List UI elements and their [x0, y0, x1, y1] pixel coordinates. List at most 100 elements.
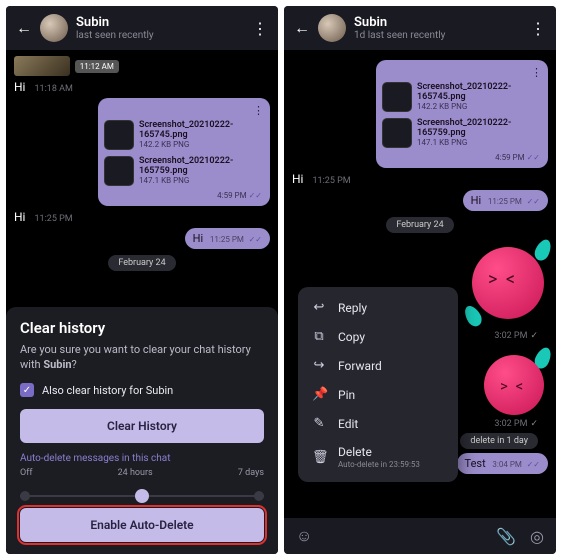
chat-area: ⋮ Screenshot_20210222-165745.png 142.2 K…: [284, 50, 556, 518]
attach-icon[interactable]: 📎: [496, 527, 516, 546]
attachment-name: Screenshot_20210222-165759.png: [417, 119, 542, 139]
sheet-message: Are you sure you want to clear your chat…: [20, 343, 264, 373]
attachment-item[interactable]: Screenshot_20210222-165759.png 147.1 KB …: [382, 115, 542, 151]
back-icon[interactable]: ←: [294, 18, 310, 38]
contact-status: 1d last seen recently: [354, 30, 522, 41]
auto-delete-label: Auto-delete messages in this chat: [20, 453, 264, 464]
message-time: 11:25 PM: [34, 214, 72, 224]
checkbox-label: Also clear history for Subin: [42, 384, 173, 397]
reply-icon: ↩: [312, 300, 326, 315]
sticker[interactable]: > <: [458, 239, 548, 329]
attachment-group[interactable]: ⋮ Screenshot_20210222-165745.png 142.2 K…: [376, 60, 548, 168]
back-icon[interactable]: ←: [16, 18, 32, 38]
attachment-more-icon[interactable]: ⋮: [104, 104, 264, 117]
forward-icon: ↪: [312, 358, 326, 373]
message-in[interactable]: Hi 11:18 AM: [14, 80, 270, 94]
header-info[interactable]: Subin 1d last seen recently: [354, 15, 522, 41]
attachment-group[interactable]: ⋮ Screenshot_20210222-165745.png 142.2 K…: [98, 98, 270, 206]
message-out[interactable]: Hi 11:25 PM: [463, 190, 548, 211]
avatar[interactable]: [318, 14, 346, 42]
auto-delete-slider[interactable]: [20, 486, 264, 506]
date-divider: February 24: [108, 255, 175, 271]
attachment-more-icon[interactable]: ⋮: [382, 66, 542, 79]
message-time: 11:25 PM: [312, 176, 350, 186]
attachment-meta: 147.1 KB PNG: [139, 176, 264, 185]
contact-name: Subin: [354, 15, 522, 30]
pin-icon: 📌: [312, 387, 326, 402]
message-in[interactable]: Hi 11:25 PM: [14, 210, 270, 224]
more-icon[interactable]: ⋮: [252, 19, 268, 38]
message-out[interactable]: Hi 11:25 PM: [185, 228, 270, 249]
enable-auto-delete-button[interactable]: Enable Auto-Delete: [20, 508, 264, 542]
attachment-item[interactable]: Screenshot_20210222-165759.png 147.1 KB …: [104, 153, 264, 189]
message-time: 11:25 PM: [488, 197, 522, 206]
contact-name: Subin: [76, 15, 244, 30]
slider-7d: 7 days: [238, 468, 264, 478]
avatar[interactable]: [40, 14, 68, 42]
message-text: Hi: [193, 232, 204, 245]
slider-tick: [254, 491, 264, 501]
attachment-meta: 142.2 KB PNG: [417, 102, 542, 111]
message-in[interactable]: Hi 11:25 PM: [292, 172, 548, 186]
attachment-thumb: [382, 118, 412, 148]
image-thumb[interactable]: [14, 56, 70, 76]
also-clear-checkbox[interactable]: ✓ Also clear history for Subin: [20, 383, 264, 397]
message-text: Hi: [471, 194, 482, 207]
slider-tick: [20, 491, 30, 501]
input-bar: ☺ 📎 ◎: [284, 518, 556, 554]
chat-header: ← Subin last seen recently ⋮: [6, 6, 278, 50]
attachment-item[interactable]: Screenshot_20210222-165745.png 142.2 KB …: [382, 79, 542, 115]
phone-right: ← Subin 1d last seen recently ⋮ ⋮ Screen…: [284, 6, 556, 554]
message-text: Hi: [14, 80, 25, 94]
auto-delete-chip: delete in 1 day: [460, 433, 538, 449]
edit-icon: ✎: [312, 416, 326, 431]
attachment-name: Screenshot_20210222-165759.png: [139, 157, 264, 177]
menu-copy[interactable]: ⧉Copy: [298, 322, 458, 351]
slider-knob[interactable]: [135, 489, 149, 503]
menu-pin[interactable]: 📌Pin: [298, 380, 458, 409]
slider-labels: Off 24 hours 7 days: [20, 468, 264, 478]
clear-history-button[interactable]: Clear History: [20, 409, 264, 443]
attachment-name: Screenshot_20210222-165745.png: [417, 83, 542, 103]
copy-icon: ⧉: [312, 329, 326, 344]
menu-forward[interactable]: ↪Forward: [298, 351, 458, 380]
attachment-meta: 147.1 KB PNG: [417, 138, 542, 147]
message-out[interactable]: Test 3:04 PM: [457, 453, 548, 474]
menu-edit[interactable]: ✎Edit: [298, 409, 458, 438]
sheet-title: Clear history: [20, 319, 264, 337]
timestamp-badge: 11:12 AM: [75, 60, 119, 73]
clear-history-sheet: Clear history Are you sure you want to c…: [6, 307, 278, 554]
attachment-item[interactable]: Screenshot_20210222-165745.png 142.2 KB …: [104, 117, 264, 153]
slider-off: Off: [20, 468, 32, 478]
delete-icon: 🗑: [312, 450, 326, 465]
mic-icon[interactable]: ◎: [530, 527, 544, 546]
emoji-icon[interactable]: ☺: [296, 526, 312, 546]
chat-header: ← Subin 1d last seen recently ⋮: [284, 6, 556, 50]
message-text: Hi: [14, 210, 25, 224]
context-menu: ↩Reply ⧉Copy ↪Forward 📌Pin ✎Edit 🗑 Delet…: [298, 287, 458, 482]
more-icon[interactable]: ⋮: [530, 19, 546, 38]
message-time: 3:04 PM: [492, 460, 521, 469]
attachment-time: 4:59 PM: [104, 189, 264, 200]
sticker-time: 3:02 PM: [494, 331, 538, 341]
sticker-body: > <: [472, 247, 544, 319]
message-time: 11:18 AM: [34, 84, 72, 94]
attachment-time: 4:59 PM: [382, 151, 542, 162]
attachment-thumb: [104, 156, 134, 186]
sticker-body: > <: [484, 355, 544, 415]
message-text: Hi: [292, 172, 303, 186]
slider-24h: 24 hours: [118, 468, 153, 478]
date-divider: February 24: [386, 217, 453, 233]
sticker-time: 3:02 PM: [494, 419, 538, 429]
phone-left: ← Subin last seen recently ⋮ 11:12 AM Hi…: [6, 6, 278, 554]
auto-delete-countdown: Auto-delete in 23:59:53: [338, 460, 420, 469]
attachment-name: Screenshot_20210222-165745.png: [139, 121, 264, 141]
message-time: 11:25 PM: [210, 235, 244, 244]
menu-delete[interactable]: 🗑 Delete Auto-delete in 23:59:53: [298, 438, 458, 476]
old-message: 11:12 AM: [14, 56, 270, 76]
menu-reply[interactable]: ↩Reply: [298, 293, 458, 322]
header-info[interactable]: Subin last seen recently: [76, 15, 244, 41]
sticker[interactable]: > <: [458, 347, 548, 417]
attachment-thumb: [104, 120, 134, 150]
checkbox-icon: ✓: [20, 383, 34, 397]
